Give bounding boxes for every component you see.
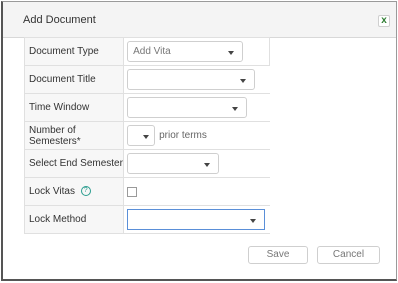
lock-vitas-label-cell: Lock Vitas ? (23, 177, 125, 206)
number-of-semesters-select[interactable] (127, 125, 156, 146)
row-lock-method: Lock Method (23, 205, 270, 234)
chevron-down-icon (240, 79, 247, 83)
dialog-header: Add Document x (3, 2, 396, 38)
lock-method-select[interactable] (127, 209, 266, 230)
row-document-type: Document Type Add Vita (23, 37, 270, 66)
document-type-cell: Add Vita (123, 37, 270, 66)
add-document-dialog: Add Document x Document Type Add Vita Do… (1, 1, 397, 281)
close-icon[interactable]: x (378, 15, 390, 27)
chevron-down-icon (250, 219, 257, 223)
select-end-semester-label: Select End Semester (23, 149, 125, 178)
chevron-down-icon (143, 135, 150, 139)
prior-terms-text: prior terms (159, 130, 207, 141)
lock-vitas-label: Lock Vitas (29, 186, 75, 197)
row-document-title: Document Title (23, 65, 270, 94)
select-end-semester-cell (123, 149, 270, 178)
number-of-semesters-label: Number of Semesters* (23, 121, 125, 150)
save-button[interactable]: Save (248, 246, 308, 264)
row-time-window: Time Window (23, 93, 270, 122)
cancel-button[interactable]: Cancel (317, 246, 380, 264)
row-select-end-semester: Select End Semester (23, 149, 270, 178)
lock-vitas-checkbox[interactable] (127, 186, 138, 197)
document-title-select[interactable] (127, 69, 256, 90)
help-icon[interactable]: ? (80, 186, 91, 197)
chevron-down-icon (228, 51, 235, 55)
document-title-cell (123, 65, 270, 94)
chevron-down-icon (232, 107, 239, 111)
dialog-title: Add Document (23, 14, 96, 26)
document-type-select[interactable]: Add Vita (127, 41, 244, 62)
chevron-down-icon (204, 163, 211, 167)
number-of-semesters-cell: prior terms (123, 121, 270, 150)
document-type-label: Document Type (23, 37, 125, 66)
document-title-label: Document Title (23, 65, 125, 94)
select-end-semester-select[interactable] (127, 153, 220, 174)
document-type-value: Add Vita (133, 46, 171, 57)
row-number-of-semesters: Number of Semesters* prior terms (23, 121, 270, 150)
time-window-cell (123, 93, 270, 122)
row-lock-vitas: Lock Vitas ? (23, 177, 270, 206)
lock-vitas-cell (123, 177, 270, 206)
lock-method-label: Lock Method (23, 205, 125, 234)
lock-method-cell (123, 205, 270, 234)
time-window-select[interactable] (127, 97, 248, 118)
document-form: Document Type Add Vita Document Title Ti… (23, 37, 270, 234)
time-window-label: Time Window (23, 93, 125, 122)
